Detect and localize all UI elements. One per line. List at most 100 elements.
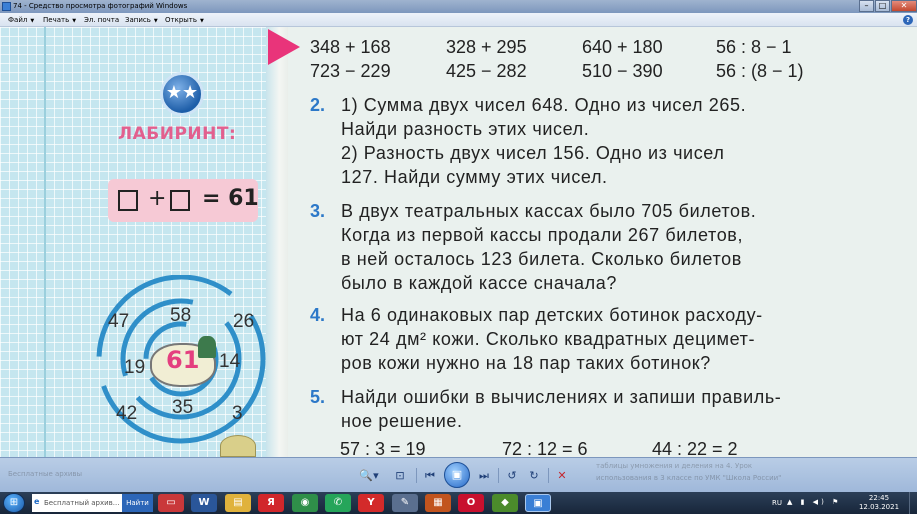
exercise: 56 : (8 − 1): [716, 61, 804, 81]
menu-open-label: Открыть: [165, 16, 197, 24]
task-text: 1) Сумма двух чисел 648. Одно из чисел 2…: [341, 95, 747, 115]
chevron-down-icon: ▼: [200, 18, 204, 24]
task-text: ров кожи нужно на 18 пар таких ботинок?: [341, 353, 711, 373]
task-number: 5.: [310, 387, 326, 407]
rotate-clockwise-icon[interactable]: ↻: [524, 467, 544, 484]
star-badge-icon: ★★: [160, 72, 204, 116]
decoration-picture: [220, 435, 256, 457]
maze-number: 26: [233, 311, 255, 332]
exercise: 640 + 180: [582, 37, 663, 57]
task-text: Найди ошибки в вычислениях и запиши прав…: [341, 387, 782, 407]
page-marker-arrow: [268, 29, 300, 65]
exercise: 510 − 390: [582, 61, 663, 81]
menu-email[interactable]: Эл. почта: [84, 13, 119, 27]
chevron-down-icon: ▼: [72, 18, 77, 24]
maze-equation: + = 61: [108, 179, 259, 222]
task-number: 4.: [310, 305, 326, 325]
divider: [498, 468, 499, 483]
maze-center-number: 61: [166, 346, 200, 374]
delete-icon[interactable]: ✕: [552, 467, 572, 484]
figure-picture-icon: [198, 336, 216, 358]
maze-number: 58: [170, 305, 192, 326]
task-number: 2.: [310, 95, 326, 115]
folder-icon[interactable]: ▤: [225, 494, 251, 512]
opera-icon[interactable]: O: [458, 494, 484, 512]
yandex-browser-icon[interactable]: Y: [358, 494, 384, 512]
task-text: было в каждой кассе сначала?: [341, 273, 617, 293]
exercise: 425 − 282: [446, 61, 527, 81]
ghost-text: использования в 3 классе по УМК "Школа Р…: [596, 474, 782, 482]
textbook-page: ★★ ЛАБИРИНТ: + = 61 58 47 26 19 14 42 35…: [0, 27, 917, 457]
minimize-button[interactable]: –: [859, 0, 874, 12]
photo-viewer-icon[interactable]: ▣: [525, 494, 551, 512]
maximize-button[interactable]: □: [875, 0, 890, 12]
task-text: 127. Найди сумму этих чисел.: [341, 167, 608, 187]
help-icon[interactable]: ?: [903, 15, 913, 25]
menu-print-label: Печать: [43, 16, 70, 24]
zoom-icon[interactable]: 🔍▾: [356, 467, 382, 484]
menu-file-label: Файл: [8, 16, 28, 24]
clock[interactable]: 22:45 12.03.2021: [857, 494, 901, 512]
rotate-counterclockwise-icon[interactable]: ↺: [502, 467, 522, 484]
menu-email-label: Эл. почта: [84, 16, 120, 24]
close-button[interactable]: ✕: [891, 0, 917, 12]
slideshow-button[interactable]: ▣: [444, 462, 470, 488]
whatsapp-icon[interactable]: ✆: [325, 494, 351, 512]
exercise: 328 + 295: [446, 37, 527, 57]
language-indicator[interactable]: RU: [772, 499, 782, 507]
clock-time: 22:45: [868, 494, 890, 502]
menu-file[interactable]: Файл ▼: [8, 13, 34, 28]
task-number: 3.: [310, 201, 326, 221]
show-desktop-button[interactable]: [909, 492, 917, 514]
clock-date: 12.03.2021: [858, 503, 900, 511]
window-controls: – □ ✕: [858, 0, 917, 13]
word-icon[interactable]: W: [191, 494, 217, 512]
archive-icon[interactable]: ▦: [425, 494, 451, 512]
menu-open[interactable]: Открыть ▼: [165, 13, 204, 28]
chevron-down-icon: ▼: [30, 18, 35, 24]
photo-display: ★★ ЛАБИРИНТ: + = 61 58 47 26 19 14 42 35…: [0, 27, 917, 457]
exercise: 723 − 229: [310, 61, 391, 81]
next-icon[interactable]: ⏭: [474, 467, 494, 484]
divider: [416, 468, 417, 483]
actual-size-icon[interactable]: ⊡: [390, 467, 410, 484]
task-text: Найди разность этих чисел.: [341, 119, 590, 139]
previous-icon[interactable]: ⏮: [420, 467, 440, 484]
sidebar-divider: [44, 27, 46, 457]
calculation: 44 : 22 = 2: [652, 439, 738, 457]
start-button[interactable]: ⊞: [3, 493, 25, 513]
calculation: 57 : 3 = 19: [340, 439, 426, 457]
equation-result: = 61: [202, 186, 259, 211]
calculation: 72 : 12 = 6: [502, 439, 588, 457]
app-icon[interactable]: ◆: [492, 494, 518, 512]
taskbar-search-input[interactable]: Бесплатный архив...: [32, 494, 122, 512]
chevron-down-icon: ▼: [153, 18, 158, 24]
yandex-icon[interactable]: Я: [258, 494, 284, 512]
photo-viewer-app-icon: [2, 2, 11, 11]
search-button[interactable]: Найти: [122, 494, 153, 512]
task-text: ное решение.: [341, 411, 463, 431]
menu-print[interactable]: Печать ▼: [43, 13, 76, 28]
empty-square-icon: [118, 190, 138, 211]
maze-number: 42: [116, 403, 138, 424]
taskbar-app-icon[interactable]: ▭: [158, 494, 184, 512]
chrome-icon[interactable]: ◉: [292, 494, 318, 512]
maze-number: 3: [232, 403, 243, 424]
viewer-controls: 🔍▾ ⊡ ⏮ ▣ ⏭ ↺ ↻ ✕: [340, 462, 580, 489]
title-bar: 74 - Средство просмотра фотографий Windo…: [0, 0, 917, 13]
menu-burn[interactable]: Запись ▼: [125, 13, 158, 28]
exercise: 348 + 168: [310, 37, 391, 57]
editor-icon[interactable]: ✎: [392, 494, 418, 512]
equation-plus: +: [148, 186, 167, 211]
task-text: в ней осталось 123 билета. Сколько билет…: [341, 249, 742, 269]
tray-icons[interactable]: ▲ ▮ ◀) ⚑: [787, 498, 841, 506]
taskbar: ⊞ Бесплатный архив... e Найти ▭ W ▤ Я ◉ …: [0, 492, 917, 514]
maze-title: ЛАБИРИНТ:: [118, 124, 237, 144]
menu-burn-label: Запись: [125, 16, 151, 24]
maze-number: 19: [124, 357, 146, 378]
ghost-text: Бесплатные архивы: [8, 470, 83, 478]
window-title: 74 - Средство просмотра фотографий Windo…: [13, 2, 188, 10]
task-text: ют 24 дм² кожи. Сколько квадратных децим…: [341, 329, 756, 349]
task-text: В двух театральных кассах было 705 билет…: [341, 201, 757, 221]
exercise: 56 : 8 − 1: [716, 37, 792, 57]
